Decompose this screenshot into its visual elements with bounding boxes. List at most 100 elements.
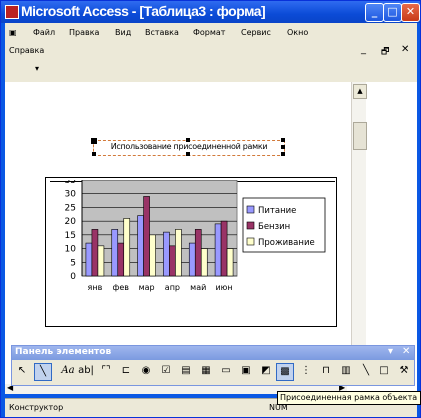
wizard-icon[interactable]: ╲ [34,363,52,381]
more-controls-icon[interactable]: ⚒ [396,363,412,379]
chart-ytick-label: 5 [70,258,76,268]
resize-handle-bottom-left[interactable] [92,152,96,156]
chart-bar [137,215,144,277]
chart-xtick-label: апр [165,283,180,292]
chart-bar [194,229,202,277]
toggle-button-icon[interactable]: ⊏ [118,363,134,379]
move-handle[interactable] [91,138,97,144]
chart-ytick-label: 0 [70,272,76,282]
menu-window[interactable]: Окно [287,28,308,37]
chart-xtick-label: июн [215,283,232,292]
toolbox-menu-icon[interactable]: ▾ [388,346,393,357]
image-icon[interactable]: ▣ [238,363,254,379]
chart-bar [91,229,99,277]
subform-icon[interactable]: ▥ [338,363,354,379]
resize-handle-right[interactable] [281,145,285,149]
chart-bar [200,248,208,277]
chart-xtick-label: янв [88,283,103,292]
status-mode: Конструктор [9,403,64,412]
chart-ytick-label: 30 [65,190,77,200]
chart-bar [97,245,105,277]
menu-tools[interactable]: Сервис [241,28,271,37]
menu-edit[interactable]: Правка [69,28,99,37]
expenses-chart: 35 30 25 20 15 10 5 0 янв фев мар апр май июн Питание Б… [65,180,326,292]
combobox-icon[interactable]: ▤ [178,363,194,379]
chart-bar [169,245,176,277]
menu-file[interactable]: Файл [33,28,55,37]
chart-bar [175,229,182,277]
chart-bar [163,231,170,277]
chart-legend-swatch [246,237,255,246]
line-icon[interactable]: ╲ [358,363,374,379]
doc-icon[interactable]: ▣ [9,28,17,37]
resize-handle-top[interactable] [186,138,190,142]
chart-bar [123,218,131,277]
menu-bar: ▣ Файл Правка Вид Вставка Формат Сервис … [5,23,417,44]
tab-control-icon[interactable]: ⊓ [318,363,334,379]
chart-bar [188,242,196,277]
unbound-frame-icon[interactable]: ◩ [258,363,274,379]
mdi-close-button[interactable]: ✕ [401,44,409,55]
title-bar[interactable]: Microsoft Access - [Таблица3 : форма] _ … [1,1,420,23]
maximize-button[interactable]: □ [383,3,402,22]
scroll-up-arrow-icon[interactable]: ▲ [353,84,367,99]
chart-bar [143,196,150,277]
tooltip: Присоединенная рамка объекта [277,391,421,405]
chart-xtick-label: май [190,283,206,292]
chart-ytick-label: 10 [65,245,77,255]
chart-bar [149,234,156,277]
resize-handle-top-right[interactable] [281,138,285,142]
chart-bar [85,242,93,277]
menu-format[interactable]: Формат [193,28,225,37]
chart-plot-area [81,180,238,277]
chart-legend-swatch [246,205,255,214]
chart-bar [226,248,234,277]
toolbar-strip: ▾ [5,60,417,83]
chart-legend-swatch [246,221,255,230]
chart-bar [214,223,222,277]
bound-frame-icon[interactable]: ▩ [276,363,294,381]
scroll-thumb[interactable] [353,122,367,150]
rectangle-icon[interactable]: □ [376,363,392,379]
chart-ytick-label: 15 [65,231,76,241]
menu-bar-row2: Справка _ 🗗 ✕ [5,44,417,60]
chart-xtick-label: фев [113,283,130,292]
option-group-icon[interactable]: ⌜⌝ [98,363,114,379]
toolbox-title: Панель элементов [15,347,112,357]
window-title: Microsoft Access - [Таблица3 : форма] [21,3,266,19]
option-button-icon[interactable]: ◉ [138,363,154,379]
toolbar-options-icon[interactable]: ▾ [35,64,39,73]
toolbox-close-icon[interactable]: ✕ [402,346,410,357]
pointer-icon[interactable]: ↖ [14,363,30,379]
resize-handle-bottom[interactable] [186,152,190,156]
toolbox-header[interactable]: Панель элементов ▾ ✕ [12,346,414,360]
mdi-minimize-button[interactable]: _ [361,44,366,55]
page-break-icon[interactable]: ⋮ [298,363,314,379]
vertical-scrollbar[interactable]: ▲ [351,82,367,378]
chart-bar [117,242,125,277]
chart-legend-label: Питание [258,206,296,216]
minimize-button[interactable]: _ [365,3,384,22]
access-window: Microsoft Access - [Таблица3 : форма] _ … [0,0,421,418]
chart-ytick-label: 35 [65,180,76,186]
mdi-restore-button[interactable]: 🗗 [381,44,389,60]
resize-handle-bottom-right[interactable] [281,152,285,156]
command-button-icon[interactable]: ▭ [218,363,234,379]
chart-legend-label: Бензин [258,222,290,232]
access-app-icon[interactable] [5,5,19,19]
checkbox-icon[interactable]: ☑ [158,363,174,379]
label-icon[interactable]: Aa [60,363,76,379]
chart-ytick-label: 25 [65,203,76,213]
menu-insert[interactable]: Вставка [145,28,179,37]
close-button[interactable]: ✕ [401,3,420,22]
menu-help[interactable]: Справка [9,46,44,55]
menu-view[interactable]: Вид [115,28,131,37]
toolbox-palette: Панель элементов ▾ ✕ ↖ ╲ Aa ab| ⌜⌝ ⊏ ◉ ☑… [11,345,415,386]
chart-xtick-label: мар [139,283,155,292]
chart-legend-label: Проживание [258,238,315,248]
chart-ytick-label: 20 [65,217,77,227]
chart-bar [220,220,228,277]
caption-label-text: Использование присоединенной рамки [110,142,268,151]
textbox-icon[interactable]: ab| [78,363,94,379]
listbox-icon[interactable]: ▦ [198,363,214,379]
